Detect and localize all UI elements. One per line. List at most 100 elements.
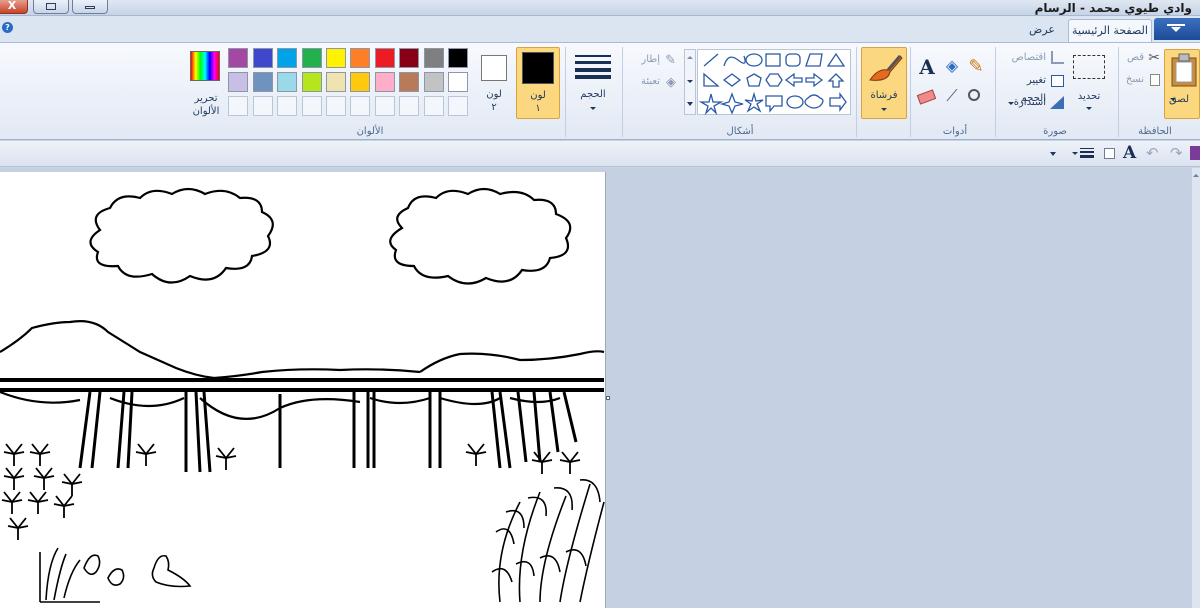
- rotate-icon: [1050, 96, 1064, 109]
- scroll-up-icon: [687, 56, 693, 59]
- palm-trees: [1, 443, 581, 540]
- text-tool[interactable]: A: [915, 55, 939, 79]
- ribbon: لصق ✂ قص نسخ الحافظة تحديد اقتصاص تغيير …: [0, 42, 1200, 140]
- custom-color-slot[interactable]: [326, 96, 346, 116]
- restore-window-button[interactable]: [33, 0, 69, 14]
- palette-swatch[interactable]: [448, 72, 468, 92]
- brushes-button[interactable]: فرشاة: [861, 47, 907, 119]
- separator: [622, 47, 623, 137]
- tools-group-label: أدوات: [942, 126, 968, 137]
- redo-icon[interactable]: ↷: [1170, 144, 1183, 162]
- resize-button[interactable]: تغيير الحجم: [1000, 72, 1066, 104]
- chevron-down-icon: [1008, 102, 1014, 105]
- rectangle-shape-icon: [765, 53, 781, 67]
- custom-color-slot[interactable]: [399, 96, 420, 116]
- five-point-star-shape-icon: [744, 91, 764, 113]
- palette-swatch[interactable]: [374, 48, 395, 68]
- edit-colors-button[interactable]: تحرير الألوان: [184, 47, 228, 121]
- separator: [910, 47, 911, 137]
- clipboard-group-label: الحافظة: [1138, 126, 1172, 137]
- palette-swatch[interactable]: [301, 72, 322, 92]
- color1-label: لون: [530, 90, 546, 101]
- tab-home[interactable]: الصفحة الرئيسية: [1068, 19, 1152, 42]
- line-shape-icon: [703, 53, 719, 67]
- palette-swatch[interactable]: [326, 48, 346, 68]
- drawing-canvas[interactable]: [0, 172, 606, 608]
- copy-button[interactable]: نسخ: [1124, 71, 1162, 89]
- select-icon: [1073, 55, 1105, 79]
- palette-swatch[interactable]: [350, 72, 371, 92]
- custom-color-slot[interactable]: [423, 96, 444, 116]
- diamond-shape-icon: [722, 73, 742, 87]
- palette-swatch[interactable]: [448, 48, 468, 68]
- rounded-rectangle-shape-icon: [785, 53, 801, 67]
- save-icon[interactable]: [1190, 146, 1200, 160]
- customize-qat-icon[interactable]: [1050, 152, 1056, 156]
- crop-button[interactable]: اقتصاص: [1000, 49, 1066, 67]
- cut-label: قص: [1126, 52, 1144, 63]
- eraser-tool[interactable]: [915, 89, 939, 105]
- vertical-scrollbar[interactable]: [1192, 168, 1200, 608]
- separator: [565, 47, 566, 137]
- custom-color-slot[interactable]: [350, 96, 371, 116]
- select-button[interactable]: تحديد: [1066, 49, 1112, 119]
- right-triangle-shape-icon: [703, 72, 720, 87]
- callout-rect-shape-icon: [765, 95, 783, 113]
- line-size-icon[interactable]: [1080, 148, 1094, 158]
- canvas-resize-handle[interactable]: [606, 396, 610, 400]
- color-picker-tool[interactable]: ⟋: [940, 86, 964, 110]
- palette-swatch[interactable]: [423, 48, 444, 68]
- paste-button[interactable]: لصق: [1164, 49, 1200, 119]
- color1-swatch: [522, 52, 554, 84]
- chevron-down-icon: [1170, 98, 1176, 101]
- brush-icon: [869, 55, 903, 81]
- chevron-down-icon[interactable]: [1072, 152, 1078, 155]
- fill-button[interactable]: ◈ تعبئة: [630, 73, 680, 91]
- close-window-button[interactable]: X: [0, 0, 28, 14]
- palette-swatch[interactable]: [252, 48, 273, 68]
- custom-color-slot[interactable]: [301, 96, 322, 116]
- quick-access-toolbar: ↷ ↶ A: [0, 141, 1200, 167]
- mountains: [0, 320, 605, 380]
- shapes-gallery[interactable]: [697, 49, 851, 116]
- fill-tool[interactable]: ◈: [940, 56, 964, 80]
- undo-icon[interactable]: ↶: [1146, 144, 1159, 162]
- magnifier-tool[interactable]: [964, 86, 988, 110]
- tab-view[interactable]: عرض: [1022, 19, 1062, 42]
- palette-swatch[interactable]: [301, 48, 322, 68]
- palette-swatch[interactable]: [228, 72, 249, 92]
- help-icon[interactable]: ?: [2, 22, 13, 33]
- edit-colors-label-1: تحرير: [194, 93, 218, 104]
- custom-color-slot[interactable]: [374, 96, 395, 116]
- paint-menu-button[interactable]: [1154, 18, 1200, 40]
- custom-color-slot[interactable]: [252, 96, 273, 116]
- text-format-icon[interactable]: A: [1123, 143, 1136, 163]
- restore-icon: [46, 3, 56, 10]
- rotate-button[interactable]: استدارة: [1000, 94, 1066, 112]
- pencil-tool[interactable]: ✎: [964, 56, 988, 80]
- custom-color-slot[interactable]: [448, 96, 468, 116]
- palette-swatch[interactable]: [277, 48, 298, 68]
- palette-swatch[interactable]: [399, 48, 420, 68]
- color2-button[interactable]: لون ٢: [474, 47, 514, 119]
- palette-swatch[interactable]: [326, 72, 346, 92]
- palette-swatch[interactable]: [399, 72, 420, 92]
- palette-swatch[interactable]: [277, 72, 298, 92]
- clipboard-icon: [1171, 53, 1197, 87]
- minimize-window-button[interactable]: [72, 0, 108, 14]
- edit-colors-label-2: الألوان: [192, 106, 220, 117]
- color1-button[interactable]: لون ١: [516, 47, 560, 119]
- palette-swatch[interactable]: [228, 48, 249, 68]
- colors-group-label: الألوان: [356, 126, 384, 137]
- cut-button[interactable]: ✂ قص: [1124, 49, 1162, 67]
- palette-swatch[interactable]: [374, 72, 395, 92]
- size-button[interactable]: الحجم: [570, 47, 616, 117]
- palette-swatch[interactable]: [252, 72, 273, 92]
- custom-color-slot[interactable]: [277, 96, 298, 116]
- outline-button[interactable]: ✎ إطار: [630, 51, 680, 69]
- checkbox-icon[interactable]: [1104, 148, 1115, 159]
- shapes-scroll[interactable]: [684, 49, 696, 115]
- palette-swatch[interactable]: [423, 72, 444, 92]
- custom-color-slot[interactable]: [228, 96, 249, 116]
- palette-swatch[interactable]: [350, 48, 371, 68]
